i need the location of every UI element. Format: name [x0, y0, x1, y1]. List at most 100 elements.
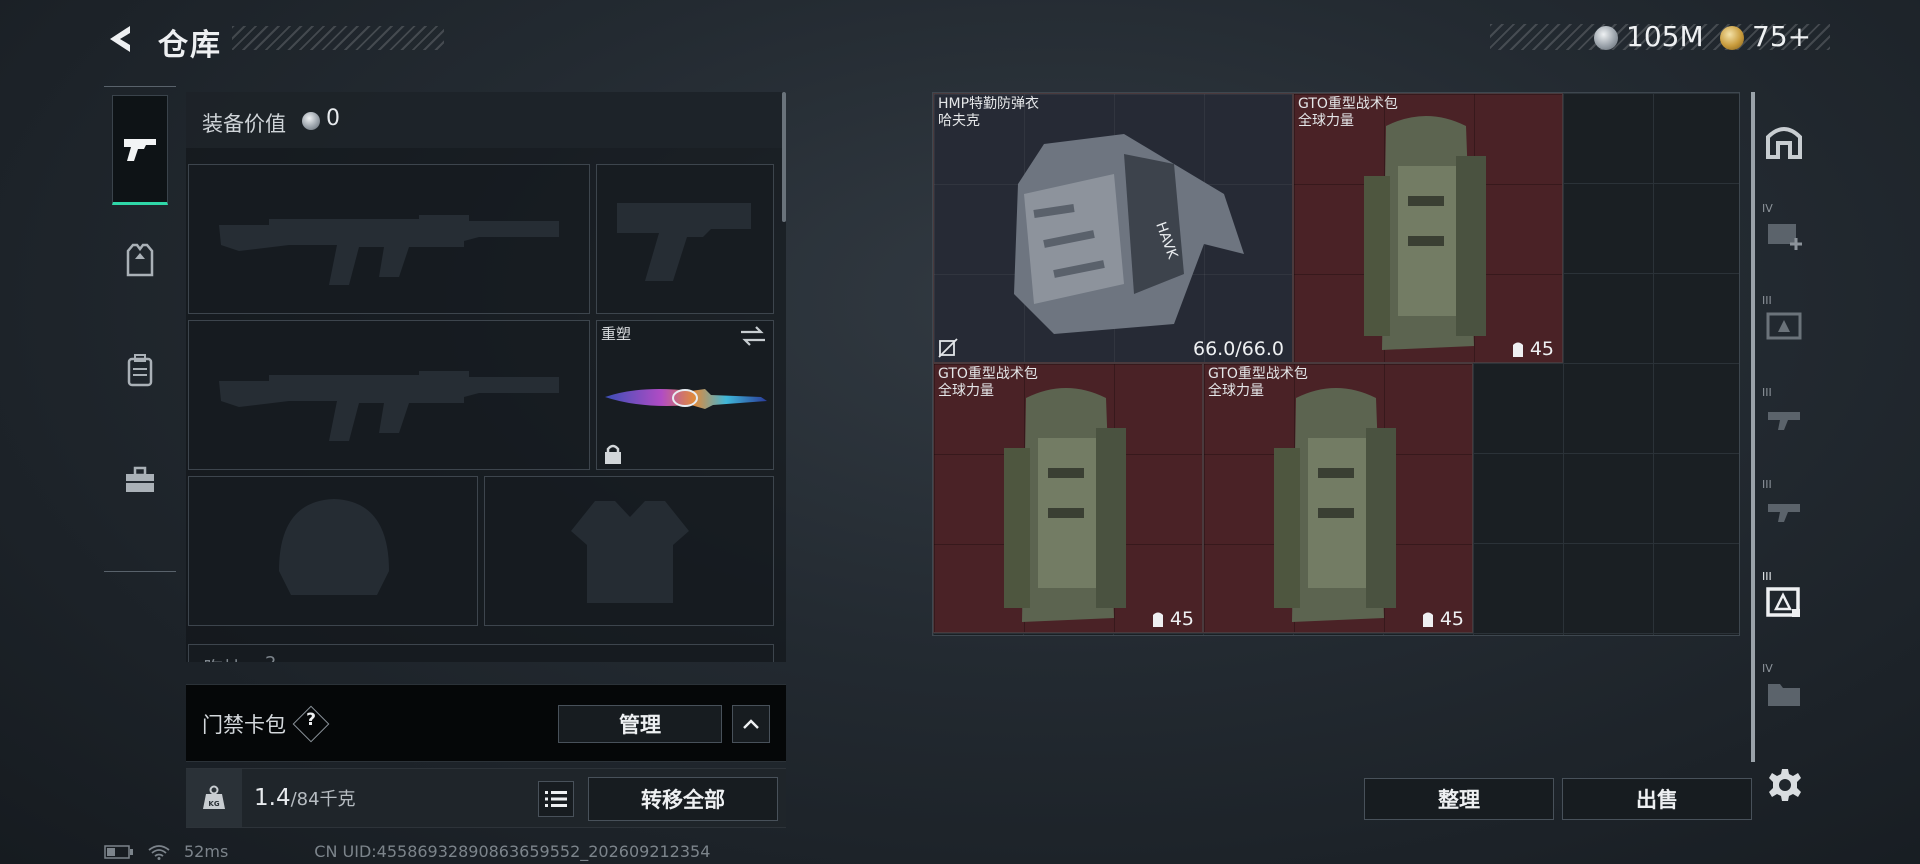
pistol-silhouette-icon — [617, 203, 751, 281]
helmet-slot[interactable] — [188, 476, 478, 626]
stash-page-4[interactable]: III — [1756, 468, 1812, 550]
stash-item-backpack[interactable]: GTO重型战术包 全球力量 45 — [1293, 93, 1563, 363]
help-icon[interactable]: ? — [298, 710, 324, 730]
capacity-value: 45 — [1529, 338, 1554, 360]
wifi-icon — [148, 844, 170, 860]
tactical-backpack-image — [1274, 388, 1396, 622]
folder-case-icon — [1768, 684, 1800, 706]
swap-icon[interactable] — [739, 325, 767, 347]
gold-currency-amount[interactable]: 75+ — [1752, 20, 1811, 53]
rifle-silhouette-icon — [219, 371, 559, 441]
chest-rig-slot[interactable]: 胸挂 2 — [188, 644, 774, 662]
tier-label: IV — [1762, 662, 1773, 675]
stash-scrollbar[interactable] — [1751, 92, 1755, 762]
loadout-scrollbar[interactable] — [782, 92, 786, 222]
keycard-case-bar: 门禁卡包 ? 管理 — [186, 684, 786, 762]
chevron-up-icon — [743, 719, 759, 729]
stash-page-2[interactable]: III — [1756, 284, 1812, 366]
keycard-case-label: 门禁卡包 — [202, 713, 286, 737]
tier-label: III — [1762, 478, 1772, 491]
sort-button[interactable]: 整理 — [1364, 778, 1554, 820]
equip-value-amount: 0 — [326, 106, 340, 131]
ping-readout: 52ms — [184, 842, 229, 861]
category-tab-rail — [104, 86, 176, 572]
stash-home-button[interactable] — [1756, 100, 1812, 182]
chest-rig-count: 2 — [265, 653, 276, 662]
lock-icon — [605, 444, 621, 464]
pistol-icon — [124, 139, 156, 161]
helmet-silhouette-icon — [279, 499, 389, 595]
armor-vest-image: HAVK — [1014, 134, 1244, 334]
collapse-button[interactable] — [732, 705, 770, 743]
settings-button[interactable] — [1762, 762, 1808, 808]
stash-page-5-active[interactable]: III — [1756, 560, 1812, 642]
armor-slot[interactable] — [484, 476, 774, 626]
sell-button[interactable]: 出售 — [1562, 778, 1752, 820]
kg-weight-icon: KG — [203, 785, 225, 809]
tier-label: IV — [1762, 202, 1773, 215]
stash-page-6[interactable]: IV — [1756, 652, 1812, 734]
tab-backpack[interactable] — [112, 315, 168, 425]
silver-currency-amount: 105M — [1626, 20, 1704, 53]
weight-max: /84千克 — [290, 789, 356, 810]
item-capacity: 45 — [1150, 608, 1194, 630]
case-icon — [1766, 312, 1802, 340]
tab-weapons[interactable] — [112, 95, 168, 205]
back-button[interactable] — [100, 18, 142, 60]
toolbox-icon — [126, 466, 154, 492]
stash-item-armor[interactable]: HMP特勤防弹衣 哈夫克 HAVK 66.0/66.0 — [933, 93, 1293, 363]
item-name: HMP特勤防弹衣 — [938, 96, 1040, 112]
item-capacity: 45 — [1420, 608, 1464, 630]
tab-vest[interactable] — [112, 205, 168, 315]
rifle-silhouette-icon — [219, 215, 559, 285]
manage-button[interactable]: 管理 — [558, 705, 722, 743]
weapon-case-icon — [1768, 412, 1800, 430]
weapon-case-icon — [1768, 504, 1800, 522]
case-active-icon — [1766, 587, 1800, 617]
stash-grid: HMP特勤防弹衣 哈夫克 HAVK 66.0/66.0 GTO重型战术包 全球力… — [932, 92, 1740, 636]
stash-item-backpack[interactable]: GTO重型战术包 全球力量 45 — [933, 363, 1203, 633]
list-view-button[interactable] — [538, 781, 574, 817]
svg-text:KG: KG — [208, 800, 219, 808]
tactical-backpack-image — [1364, 116, 1486, 350]
back-arrow-icon — [110, 26, 130, 52]
battery-icon — [104, 844, 133, 859]
capacity-value: 45 — [1439, 608, 1464, 630]
user-id: CN UID:4558693289086365955​2_20260921235… — [314, 842, 711, 861]
weight-current: 1.4 — [254, 785, 291, 811]
secondary-weapon-slot[interactable] — [188, 320, 590, 470]
melee-slot[interactable]: 重塑 — [596, 320, 774, 470]
gold-coin-icon — [1720, 26, 1744, 50]
armor-silhouette-icon — [571, 501, 689, 603]
primary-weapon-slot[interactable] — [188, 164, 590, 314]
weight-icon-box: KG — [186, 769, 242, 827]
loadout-panel: 装备价值 0 重塑 — [186, 92, 786, 662]
silver-coin-icon — [1594, 26, 1618, 50]
capacity-value: 45 — [1169, 608, 1194, 630]
stash-home-icon — [1766, 127, 1802, 159]
item-capacity: 45 — [1510, 338, 1554, 360]
backpack-small-icon — [1512, 342, 1523, 357]
stash-item-backpack[interactable]: GTO重型战术包 全球力量 45 — [1203, 363, 1473, 633]
stash-page-rail: IV III III III III IV — [1756, 92, 1812, 768]
melee-slot-label: 重塑 — [601, 325, 632, 343]
no-repair-icon — [938, 338, 958, 358]
gear-icon — [1769, 769, 1801, 801]
stash-page-3[interactable]: III — [1756, 376, 1812, 458]
pistol-slot[interactable] — [596, 164, 774, 314]
tactical-backpack-image — [1004, 388, 1126, 622]
silver-coin-icon — [302, 112, 320, 130]
tab-toolbox[interactable] — [112, 425, 168, 535]
stash-page-1[interactable]: IV — [1756, 192, 1812, 274]
tier-label: III — [1762, 294, 1772, 307]
weight-bar: KG 1.4/84千克 转移全部 — [186, 768, 786, 828]
equip-value-label: 装备价值 — [202, 112, 286, 136]
page-title: 仓库 — [158, 28, 222, 63]
title-decoration — [232, 26, 444, 50]
backpack-icon — [127, 354, 153, 387]
chest-rig-label: 胸挂 — [203, 653, 243, 662]
item-durability: 66.0/66.0 — [1192, 338, 1284, 360]
transfer-all-button[interactable]: 转移全部 — [588, 777, 778, 821]
tier-label: III — [1762, 386, 1772, 399]
tier-label: III — [1762, 570, 1772, 583]
